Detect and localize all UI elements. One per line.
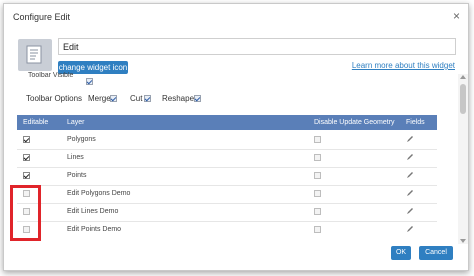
merge-checkbox[interactable] xyxy=(110,95,117,102)
col-disable-geometry: Disable Update Geometry xyxy=(314,119,395,126)
merge-label: Merge xyxy=(88,94,111,103)
pencil-icon[interactable] xyxy=(406,153,414,163)
col-fields: Fields xyxy=(406,119,425,126)
close-icon[interactable]: × xyxy=(453,10,460,22)
pencil-icon[interactable] xyxy=(406,189,414,199)
cancel-button[interactable]: Cancel xyxy=(419,246,453,260)
table-row: Edit Points Demo xyxy=(17,221,437,238)
pencil-icon[interactable] xyxy=(406,225,414,235)
table-row: Lines xyxy=(17,149,437,168)
cut-checkbox[interactable] xyxy=(144,95,151,102)
table-row: Edit Polygons Demo xyxy=(17,185,437,204)
table-header: Editable Layer Disable Update Geometry F… xyxy=(17,115,437,130)
toolbar-visible-label: Toolbar Visible xyxy=(28,72,74,79)
disable-geometry-checkbox[interactable] xyxy=(314,208,321,215)
reshape-checkbox[interactable] xyxy=(194,95,201,102)
editable-checkbox[interactable] xyxy=(23,136,30,143)
editable-checkbox[interactable] xyxy=(23,172,30,179)
layer-name: Lines xyxy=(67,154,84,161)
editable-checkbox[interactable] xyxy=(23,154,30,161)
dialog-titlebar: Configure Edit × xyxy=(4,4,468,30)
scroll-up-icon[interactable] xyxy=(460,75,466,79)
learn-more-link[interactable]: Learn more about this widget xyxy=(352,61,455,70)
table-row: Polygons xyxy=(17,131,437,150)
pencil-icon[interactable] xyxy=(406,135,414,145)
layer-name: Edit Polygons Demo xyxy=(67,190,131,197)
settings-panel: Toolbar Visible Toolbar Options Merge Cu… xyxy=(12,72,448,238)
widget-icon-preview xyxy=(18,39,52,71)
table-row: Edit Lines Demo xyxy=(17,203,437,222)
pencil-icon[interactable] xyxy=(406,207,414,217)
layer-name: Edit Points Demo xyxy=(67,226,122,233)
ok-button[interactable]: OK xyxy=(391,246,411,260)
col-editable: Editable xyxy=(23,119,49,126)
disable-geometry-checkbox[interactable] xyxy=(314,154,321,161)
cut-label: Cut xyxy=(130,94,143,103)
edit-document-icon xyxy=(26,45,42,64)
widget-name-input[interactable] xyxy=(58,38,456,55)
panel-scrollbar[interactable] xyxy=(458,74,468,244)
scroll-down-icon[interactable] xyxy=(460,239,466,243)
disable-geometry-checkbox[interactable] xyxy=(314,226,321,233)
layer-name: Points xyxy=(67,172,87,179)
layer-name: Edit Lines Demo xyxy=(67,208,119,215)
layer-name: Polygons xyxy=(67,136,96,143)
table-row: Points xyxy=(17,167,437,186)
col-layer: Layer xyxy=(67,119,85,126)
toolbar-options-label: Toolbar Options xyxy=(26,94,83,103)
reshape-label: Reshape xyxy=(162,94,195,103)
annotation-highlight-box xyxy=(10,185,41,241)
scroll-thumb[interactable] xyxy=(460,84,466,114)
disable-geometry-checkbox[interactable] xyxy=(314,136,321,143)
pencil-icon[interactable] xyxy=(406,171,414,181)
disable-geometry-checkbox[interactable] xyxy=(314,172,321,179)
disable-geometry-checkbox[interactable] xyxy=(314,190,321,197)
toolbar-visible-checkbox[interactable] xyxy=(86,78,93,85)
dialog-title: Configure Edit xyxy=(13,12,71,22)
